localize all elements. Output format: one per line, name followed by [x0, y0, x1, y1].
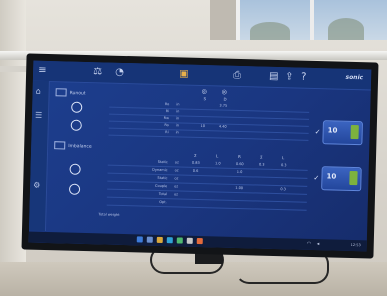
row-label: Static [157, 175, 168, 181]
weight-tag-icon [349, 170, 358, 186]
save-icon[interactable]: ▤ [269, 71, 279, 83]
browser-icon[interactable] [166, 237, 173, 244]
wall-post [0, 0, 26, 296]
cell-value: 0.83 [191, 160, 200, 165]
imbalance-col-header: L [215, 153, 219, 159]
right-widgets: ✓ 10 ✓ 10 [312, 90, 368, 237]
app-icon[interactable] [196, 237, 203, 245]
wheel-icon [68, 183, 81, 195]
row-label: Ri [165, 109, 170, 114]
row-label: Rw [163, 116, 170, 121]
weight-card[interactable]: 10 [321, 166, 362, 192]
app-icon[interactable] [186, 237, 193, 244]
row-unit: in [176, 109, 180, 114]
results-panel: Runout ◎ ◎ S D Ro in 3.75 Ri in Rw in Ro in 10 4.4… [46, 83, 312, 236]
row-unit: in [175, 130, 179, 135]
balance-icon[interactable]: ⚖ [93, 66, 102, 78]
search-icon[interactable] [146, 236, 153, 243]
wheel-icon [70, 119, 82, 131]
vehicle-rear-icon [54, 141, 66, 150]
tree-silhouette [250, 22, 290, 40]
imbalance-col-header: Σ [259, 154, 263, 160]
app-icon[interactable] [176, 237, 183, 244]
cell-value: 1.0 [236, 169, 243, 175]
runout-col-icon: ◎ [201, 88, 208, 96]
total-weight-label: Total weight [98, 212, 120, 217]
row-unit: in [175, 116, 180, 121]
gauge-icon[interactable]: ◔ [115, 67, 124, 79]
row-label: Ro [164, 102, 170, 107]
weight-card-value: 10 [326, 172, 337, 181]
row-unit: in [176, 102, 180, 107]
cell-value: 10 [200, 124, 206, 129]
runout-col-icon: ◎ [221, 88, 228, 96]
row-divider [108, 134, 309, 141]
check-icon: ✓ [313, 173, 320, 183]
row-label: Ri [165, 130, 169, 135]
background-window [236, 0, 387, 40]
row-label: Dynamic [152, 167, 168, 173]
cell-value: 0.3 [258, 162, 265, 167]
imbalance-col-header: R [237, 153, 241, 160]
vehicle-front-icon [55, 88, 67, 97]
weight-tag-icon [350, 124, 359, 140]
section-label: Runout [69, 91, 86, 97]
wheel-weight-icon[interactable]: ▣ [179, 68, 189, 80]
cell-value: 1.0 [214, 161, 221, 166]
runout-col-header: D [223, 96, 227, 102]
cell-value: 0.6 [192, 168, 199, 173]
taskbar-clock[interactable]: 12:53 [351, 243, 361, 247]
row-label: Opt. [159, 199, 167, 205]
share-icon[interactable]: ⇪ [285, 71, 294, 83]
weight-card[interactable]: 10 [322, 120, 363, 146]
cell-value: 3.75 [219, 103, 228, 108]
wall-post [210, 0, 236, 40]
row-unit: in [175, 123, 180, 128]
wheel-icon [69, 163, 81, 175]
wheel-icon [71, 101, 83, 113]
brand-logo: sonic [345, 73, 364, 82]
menu-icon[interactable]: ≡ [38, 65, 47, 77]
row-label: Total [158, 191, 168, 197]
row-unit: oz [173, 192, 179, 197]
folder-icon[interactable] [156, 236, 163, 244]
cell-value: 4.40 [218, 124, 227, 129]
row-unit: oz [174, 176, 179, 181]
row-unit: oz [174, 168, 179, 173]
volume-icon[interactable]: ◂ [317, 241, 320, 247]
row-label: Ro [164, 123, 169, 128]
row-divider [106, 204, 307, 211]
row-unit: oz [174, 184, 179, 189]
monitor: ≡ ⚖ ◔ ▣ ⎙ ▤ ⇪ ? sonic ⌂ ☰ ⚙ Runout ◎ ◎ S [21, 53, 379, 259]
app-screen: ≡ ⚖ ◔ ▣ ⎙ ▤ ⇪ ? sonic ⌂ ☰ ⚙ Runout ◎ ◎ S [28, 60, 372, 252]
printer-icon[interactable]: ⎙ [233, 70, 241, 82]
imbalance-col-header: L [281, 155, 285, 161]
list-icon[interactable]: ☰ [35, 111, 42, 120]
runout-col-header: S [203, 96, 207, 102]
row-unit: oz [174, 160, 179, 165]
section-imbalance: Imbalance [54, 141, 92, 150]
start-icon[interactable] [136, 236, 143, 243]
cell-value: 0.3 [280, 187, 286, 192]
settings-icon[interactable]: ⚙ [33, 181, 40, 190]
imbalance-col-header: Σ [193, 152, 197, 158]
check-icon: ✓ [314, 127, 321, 137]
row-label: Couple [154, 183, 168, 189]
home-icon[interactable]: ⌂ [36, 87, 41, 96]
cell-value: 0.60 [235, 161, 244, 167]
tree-silhouette [328, 18, 364, 40]
section-runout: Runout [55, 88, 86, 97]
wifi-icon[interactable]: ◠ [307, 241, 312, 247]
window-mullion [310, 0, 314, 40]
cell-value: 0.3 [280, 163, 287, 168]
row-label: Static [157, 159, 168, 165]
section-label: Imbalance [68, 144, 92, 150]
help-icon[interactable]: ? [301, 72, 307, 84]
cell-value: 1.00 [235, 185, 244, 191]
weight-card-value: 10 [327, 126, 338, 135]
